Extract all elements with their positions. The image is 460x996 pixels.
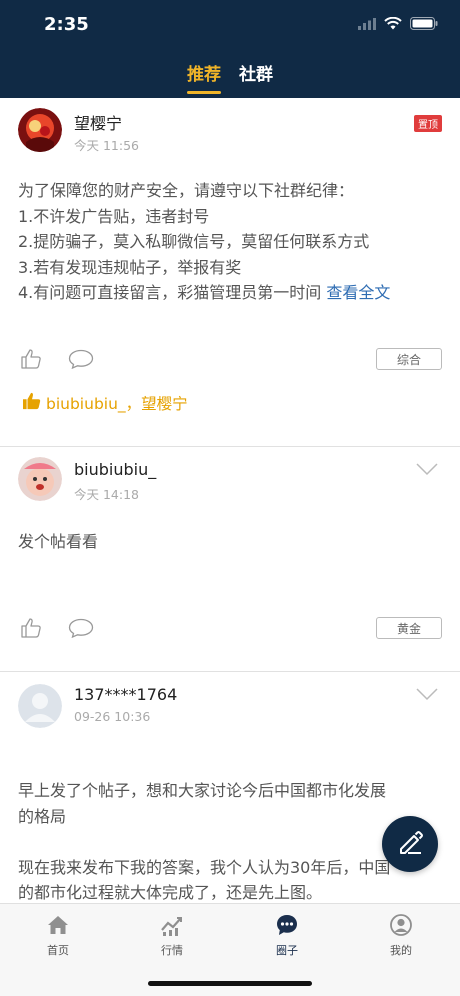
post-card[interactable]: 望樱宁 今天 11:56 置顶 为了保障您的财产安全，请遵守以下社群纪律： 1.… xyxy=(0,98,460,446)
compose-post-button[interactable] xyxy=(382,816,438,872)
content-line: 3.若有发现违规帖子，举报有奖 xyxy=(18,257,242,277)
home-icon xyxy=(46,914,70,939)
category-tag[interactable]: 黄金 xyxy=(376,617,442,639)
post-content[interactable]: 早上发了个帖子，想和大家讨论今后中国都市化发展 的格局 现在我来发布下我的答案，… xyxy=(18,778,442,903)
content-line: 4.有问题可直接留言，彩猫管理员第一时间 查看全文 xyxy=(18,283,391,302)
post-time: 09-26 10:36 xyxy=(74,709,151,724)
nav-circle[interactable]: 圈子 xyxy=(257,914,317,958)
content-line: 现在我来发布下我的答案，我个人认为30年后，中国 xyxy=(18,857,391,877)
liked-by: biubiubiu_，望樱宁 xyxy=(22,392,188,414)
chart-icon xyxy=(160,914,184,939)
chat-bubble-icon xyxy=(275,914,299,939)
wifi-icon xyxy=(384,15,402,34)
content-line: 为了保障您的财产安全，请遵守以下社群纪律： xyxy=(18,181,355,200)
content-line: 早上发了个帖子，想和大家讨论今后中国都市化发展 xyxy=(18,781,387,800)
content-line: 的都市化过程就大体完成了，还是先上图。 xyxy=(18,883,323,902)
post-author[interactable]: 望樱宁 xyxy=(74,110,122,134)
content-line xyxy=(18,829,442,855)
view-full-link[interactable]: 查看全文 xyxy=(326,283,390,302)
like-icon[interactable] xyxy=(20,349,42,373)
nav-market[interactable]: 行情 xyxy=(142,914,202,958)
content-line: 2.提防骗子，莫入私聊微信号，莫留任何联系方式 xyxy=(18,232,370,251)
post-time: 今天 14:18 xyxy=(74,487,139,502)
user-icon xyxy=(389,914,413,939)
signal-icon xyxy=(358,15,376,34)
comment-icon[interactable] xyxy=(68,349,94,373)
post-author[interactable]: 137****1764 xyxy=(74,685,177,704)
nav-label: 圈子 xyxy=(276,944,298,957)
nav-label: 行情 xyxy=(161,944,183,957)
avatar[interactable] xyxy=(18,457,62,501)
tab-community[interactable]: 社群 xyxy=(239,60,273,96)
avatar[interactable] xyxy=(18,108,62,152)
pinned-badge: 置顶 xyxy=(414,115,442,132)
header: 2:35 推荐 社群 xyxy=(0,0,460,98)
chevron-down-icon[interactable] xyxy=(416,461,438,480)
content-line: 1.不许发广告贴，违者封号 xyxy=(18,206,210,226)
nav-profile[interactable]: 我的 xyxy=(371,914,431,958)
avatar[interactable] xyxy=(18,684,62,728)
likers-names: biubiubiu_，望樱宁 xyxy=(46,395,188,413)
comment-icon[interactable] xyxy=(68,618,94,642)
status-time: 2:35 xyxy=(44,14,89,35)
top-tabs: 推荐 社群 xyxy=(0,60,460,96)
post-author[interactable]: biubiubiu_ xyxy=(74,460,156,479)
battery-icon xyxy=(410,15,438,34)
tab-recommend[interactable]: 推荐 xyxy=(187,60,221,96)
post-content[interactable]: 为了保障您的财产安全，请遵守以下社群纪律： 1.不许发广告贴，违者封号 2.提防… xyxy=(18,178,442,306)
content-line: 发个帖看看 xyxy=(18,532,99,551)
post-content[interactable]: 发个帖看看 xyxy=(18,529,442,555)
content-line: 的格局 xyxy=(18,806,67,826)
chevron-down-icon[interactable] xyxy=(416,686,438,705)
like-icon[interactable] xyxy=(20,618,42,642)
pencil-icon xyxy=(395,827,425,861)
nav-home[interactable]: 首页 xyxy=(28,914,88,958)
post-time: 今天 11:56 xyxy=(74,138,139,153)
thumbs-up-icon xyxy=(22,392,42,414)
nav-label: 我的 xyxy=(390,944,412,957)
post-card[interactable]: biubiubiu_ 今天 14:18 发个帖看看 黄金 xyxy=(0,447,460,670)
nav-label: 首页 xyxy=(47,944,69,957)
home-indicator xyxy=(148,981,312,986)
category-tag[interactable]: 综合 xyxy=(376,348,442,370)
status-icons xyxy=(358,15,438,34)
post-card[interactable]: 137****1764 09-26 10:36 早上发了个帖子，想和大家讨论今后… xyxy=(0,672,460,903)
